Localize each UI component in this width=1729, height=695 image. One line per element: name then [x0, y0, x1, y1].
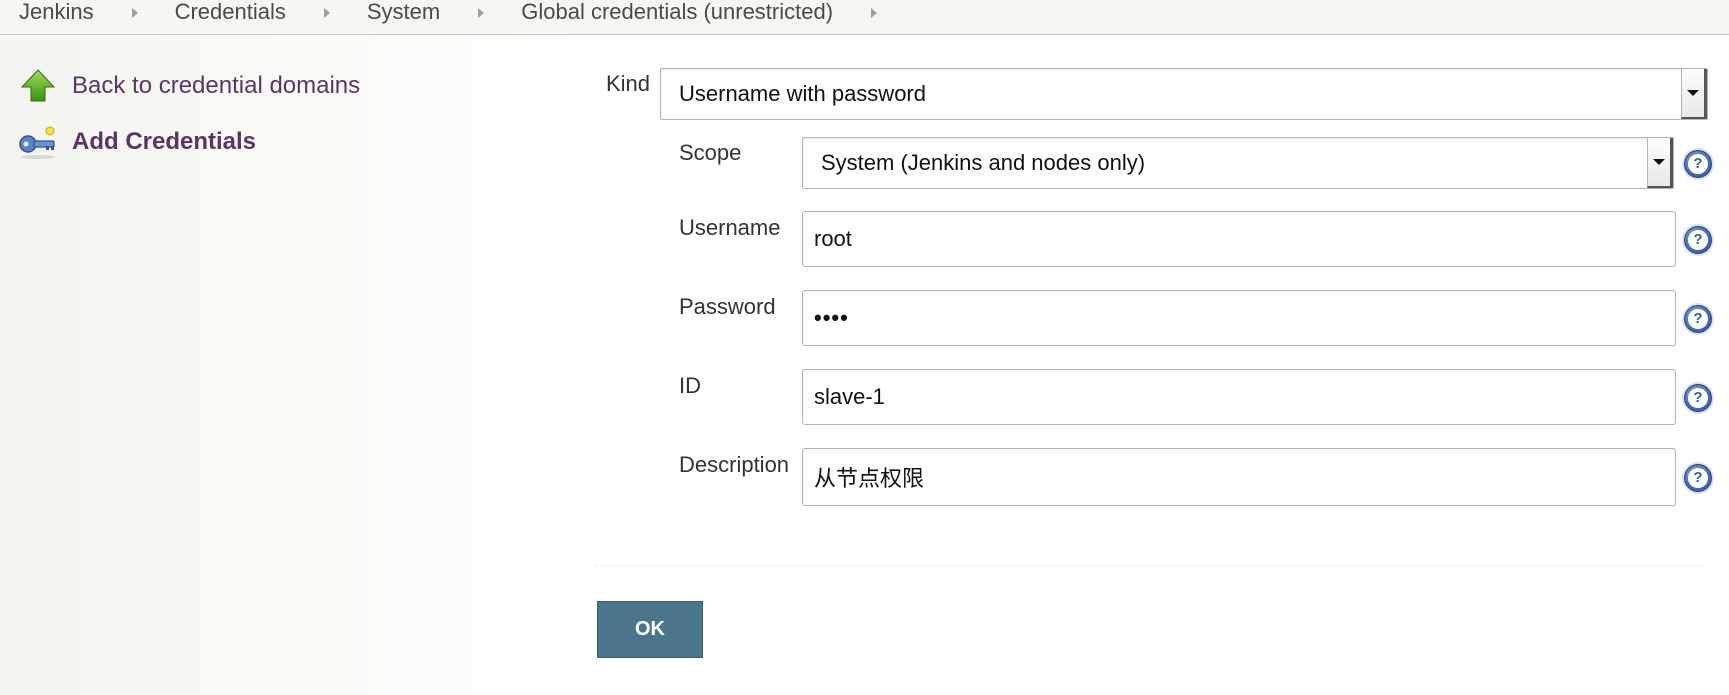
scope-select-value: System (Jenkins and nodes only): [821, 150, 1146, 175]
chevron-right-icon: [323, 8, 330, 18]
kind-select[interactable]: Username with password: [660, 68, 1708, 120]
chevron-right-icon[interactable]: [871, 8, 878, 18]
up-arrow-icon: [18, 66, 58, 106]
help-icon[interactable]: ?: [1684, 384, 1712, 412]
scope-select[interactable]: System (Jenkins and nodes only): [802, 137, 1674, 189]
username-label: Username: [679, 215, 781, 240]
side-panel: Back to credential domains Add Credentia…: [0, 36, 590, 695]
breadcrumb-global-credentials[interactable]: Global credentials (unrestricted): [521, 0, 833, 24]
task-label[interactable]: Add Credentials: [72, 128, 256, 156]
help-icon[interactable]: ?: [1684, 305, 1712, 333]
key-icon: [18, 122, 58, 162]
add-credentials-link[interactable]: Add Credentials: [18, 122, 256, 162]
breadcrumb-system[interactable]: System: [367, 0, 440, 24]
help-icon[interactable]: ?: [1684, 150, 1712, 178]
back-to-credential-domains-link[interactable]: Back to credential domains: [18, 66, 360, 106]
help-icon[interactable]: ?: [1684, 226, 1712, 254]
password-label: Password: [679, 294, 776, 319]
description-field[interactable]: [802, 448, 1676, 506]
chevron-right-icon: [478, 8, 485, 18]
kind-select-value: Username with password: [679, 81, 926, 106]
scope-label: Scope: [679, 140, 742, 165]
chevron-down-icon[interactable]: [1681, 69, 1707, 119]
id-field[interactable]: [802, 369, 1676, 425]
task-label[interactable]: Back to credential domains: [72, 72, 360, 100]
divider: [595, 565, 1705, 566]
chevron-down-icon[interactable]: [1647, 138, 1673, 188]
kind-label: Kind: [606, 71, 651, 96]
chevron-right-icon: [131, 8, 138, 18]
id-label: ID: [679, 373, 701, 398]
breadcrumb-jenkins[interactable]: Jenkins: [19, 0, 94, 24]
help-icon[interactable]: ?: [1684, 464, 1712, 492]
ok-button[interactable]: OK: [597, 601, 703, 658]
breadcrumb: Jenkins Credentials System Global creden…: [0, 0, 1729, 35]
breadcrumb-credentials[interactable]: Credentials: [175, 0, 286, 24]
description-label: Description: [679, 452, 790, 477]
password-field[interactable]: [802, 290, 1676, 346]
username-field[interactable]: [802, 211, 1676, 267]
